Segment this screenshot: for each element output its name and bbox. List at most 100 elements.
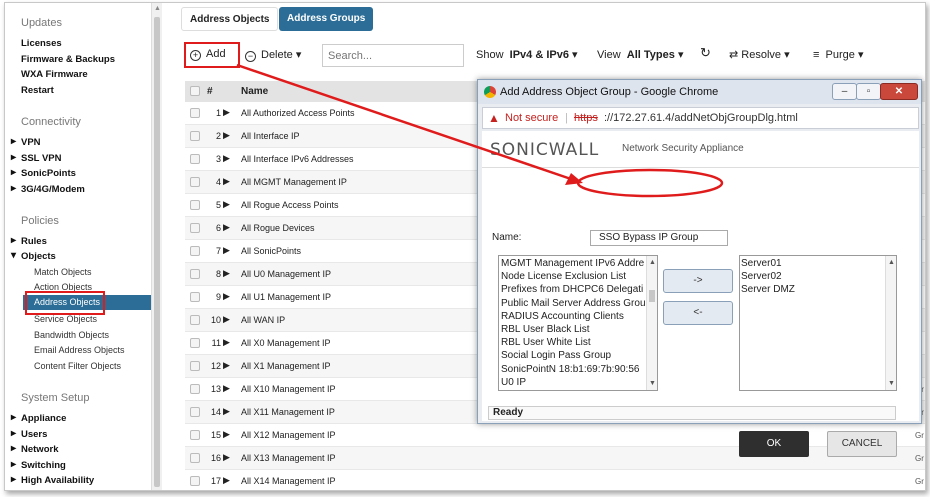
sidebar-item-wxa-firmware[interactable]: WXA Firmware bbox=[21, 69, 88, 80]
list-option[interactable]: RADIUS Accounting Clients bbox=[501, 310, 657, 323]
list-option[interactable]: RBL User Black List bbox=[501, 323, 657, 336]
scroll-up-icon[interactable]: ▲ bbox=[154, 5, 161, 12]
sidebar-item-bandwidth-objects[interactable]: Bandwidth Objects bbox=[34, 330, 109, 340]
sidebar-item-users[interactable]: Users bbox=[11, 428, 48, 440]
row-checkbox[interactable] bbox=[190, 223, 200, 233]
sidebar-item-service-objects[interactable]: Service Objects bbox=[34, 314, 97, 324]
sidebar-item-sonicpoints[interactable]: SonicPoints bbox=[11, 167, 76, 179]
resolve-button[interactable]: ⇄ Resolve ▾ bbox=[729, 48, 790, 61]
expand-icon[interactable]: ▶ bbox=[223, 360, 230, 371]
scroll-down-icon[interactable]: ▼ bbox=[888, 377, 895, 390]
name-field[interactable]: SSO Bypass IP Group bbox=[590, 230, 728, 246]
group-members-list[interactable]: Server01 Server02 Server DMZ ▲ ▼ bbox=[739, 255, 897, 391]
sidebar-item-content-filter-objects[interactable]: Content Filter Objects bbox=[34, 361, 121, 371]
available-objects-list[interactable]: MGMT Management IPv6 Addre Node License E… bbox=[498, 255, 658, 391]
show-filter[interactable]: Show IPv4 & IPv6 ▾ bbox=[476, 48, 578, 61]
table-row[interactable]: 16 ▶ All X13 Management IP bbox=[185, 447, 925, 470]
expand-icon[interactable]: ▶ bbox=[223, 222, 230, 233]
list-scrollbar[interactable]: ▲ ▼ bbox=[885, 256, 896, 390]
search-input[interactable] bbox=[322, 44, 464, 67]
row-checkbox[interactable] bbox=[190, 131, 200, 141]
scrollbar-thumb[interactable] bbox=[154, 17, 160, 487]
scrollbar-thumb[interactable] bbox=[649, 290, 655, 302]
row-checkbox[interactable] bbox=[190, 315, 200, 325]
expand-icon[interactable]: ▶ bbox=[223, 245, 230, 256]
cancel-button[interactable]: CANCEL bbox=[827, 431, 897, 457]
row-checkbox[interactable] bbox=[190, 246, 200, 256]
expand-icon[interactable]: ▶ bbox=[223, 130, 230, 141]
table-row[interactable]: 15 ▶ All X12 Management IP bbox=[185, 424, 925, 447]
scroll-up-icon[interactable]: ▲ bbox=[649, 256, 656, 269]
sidebar-item-restart[interactable]: Restart bbox=[21, 85, 54, 96]
table-row[interactable]: 17 ▶ All X14 Management IP bbox=[185, 470, 925, 490]
sidebar-item-rules[interactable]: Rules bbox=[11, 235, 47, 247]
row-checkbox[interactable] bbox=[190, 338, 200, 348]
expand-icon[interactable]: ▶ bbox=[223, 291, 230, 302]
sidebar-item-switching[interactable]: Switching bbox=[11, 459, 66, 471]
expand-icon[interactable]: ▶ bbox=[223, 406, 230, 417]
select-all-checkbox[interactable] bbox=[190, 86, 200, 96]
purge-button[interactable]: ≡ Purge ▾ bbox=[813, 48, 864, 61]
expand-icon[interactable]: ▶ bbox=[223, 176, 230, 187]
list-option[interactable]: Server01 bbox=[741, 257, 896, 270]
row-checkbox[interactable] bbox=[190, 269, 200, 279]
scroll-up-icon[interactable]: ▲ bbox=[888, 256, 895, 269]
list-option[interactable]: Node License Exclusion List bbox=[501, 270, 657, 283]
sidebar-item-appliance[interactable]: Appliance bbox=[11, 412, 66, 424]
list-option[interactable]: MGMT Management IPv6 Addre bbox=[501, 257, 657, 270]
expand-icon[interactable]: ▶ bbox=[223, 268, 230, 279]
sidebar-item-objects[interactable]: Objects bbox=[11, 250, 56, 262]
sidebar-scrollbar[interactable]: ▲ bbox=[151, 3, 162, 490]
list-option[interactable]: Prefixes from DHCPC6 Delegati bbox=[501, 283, 657, 296]
row-checkbox[interactable] bbox=[190, 108, 200, 118]
list-option[interactable]: SonicPointN 18:b1:69:7b:90:56 bbox=[501, 363, 657, 376]
expand-icon[interactable]: ▶ bbox=[223, 383, 230, 394]
row-checkbox[interactable] bbox=[190, 453, 200, 463]
expand-icon[interactable]: ▶ bbox=[223, 199, 230, 210]
minimize-button[interactable]: – bbox=[832, 83, 857, 100]
row-checkbox[interactable] bbox=[190, 177, 200, 187]
sidebar-item-match-objects[interactable]: Match Objects bbox=[34, 267, 92, 277]
expand-icon[interactable]: ▶ bbox=[223, 475, 230, 486]
list-option[interactable]: Public Mail Server Address Grou bbox=[501, 297, 657, 310]
refresh-icon[interactable]: ↻ bbox=[700, 45, 711, 61]
tab-address-groups[interactable]: Address Groups bbox=[279, 7, 374, 31]
list-option[interactable]: RBL User White List bbox=[501, 336, 657, 349]
view-filter[interactable]: View All Types ▾ bbox=[597, 48, 683, 61]
sidebar-item-email-address-objects[interactable]: Email Address Objects bbox=[34, 345, 125, 355]
delete-button[interactable]: − Delete ▾ bbox=[245, 48, 301, 62]
list-scrollbar[interactable]: ▲ ▼ bbox=[646, 256, 657, 390]
sidebar-item-licenses[interactable]: Licenses bbox=[21, 38, 62, 49]
row-checkbox[interactable] bbox=[190, 430, 200, 440]
expand-icon[interactable]: ▶ bbox=[223, 452, 230, 463]
sidebar-item-high-availability[interactable]: High Availability bbox=[11, 474, 94, 486]
row-checkbox[interactable] bbox=[190, 200, 200, 210]
row-checkbox[interactable] bbox=[190, 292, 200, 302]
list-option[interactable]: U0 IP bbox=[501, 376, 657, 389]
row-checkbox[interactable] bbox=[190, 361, 200, 371]
add-to-group-button[interactable]: -> bbox=[663, 269, 733, 293]
row-checkbox[interactable] bbox=[190, 476, 200, 486]
row-checkbox[interactable] bbox=[190, 407, 200, 417]
expand-icon[interactable]: ▶ bbox=[223, 429, 230, 440]
tab-address-objects[interactable]: Address Objects bbox=[181, 7, 279, 31]
expand-icon[interactable]: ▶ bbox=[223, 314, 230, 325]
dialog-titlebar[interactable]: Add Address Object Group - Google Chrome… bbox=[478, 80, 921, 104]
expand-icon[interactable]: ▶ bbox=[223, 337, 230, 348]
sidebar-item-ssl-vpn[interactable]: SSL VPN bbox=[11, 152, 62, 164]
row-checkbox[interactable] bbox=[190, 154, 200, 164]
list-option[interactable]: Server DMZ bbox=[741, 283, 896, 296]
sidebar-item-vpn[interactable]: VPN bbox=[11, 136, 40, 148]
close-button[interactable]: ✕ bbox=[880, 83, 918, 100]
address-bar[interactable]: ▲ Not secure | https ://172.27.61.4/addN… bbox=[482, 107, 919, 129]
maximize-button[interactable]: ▫ bbox=[856, 83, 881, 100]
remove-from-group-button[interactable]: <- bbox=[663, 301, 733, 325]
list-option[interactable]: Social Login Pass Group bbox=[501, 349, 657, 362]
sidebar-item-network[interactable]: Network bbox=[11, 443, 59, 455]
expand-icon[interactable]: ▶ bbox=[223, 153, 230, 164]
expand-icon[interactable]: ▶ bbox=[223, 107, 230, 118]
col-name-header[interactable]: Name bbox=[241, 86, 268, 97]
sidebar-item-firmware[interactable]: Firmware & Backups bbox=[21, 54, 115, 65]
sidebar-item-3g4g-modem[interactable]: 3G/4G/Modem bbox=[11, 183, 85, 195]
scroll-down-icon[interactable]: ▼ bbox=[649, 377, 656, 390]
